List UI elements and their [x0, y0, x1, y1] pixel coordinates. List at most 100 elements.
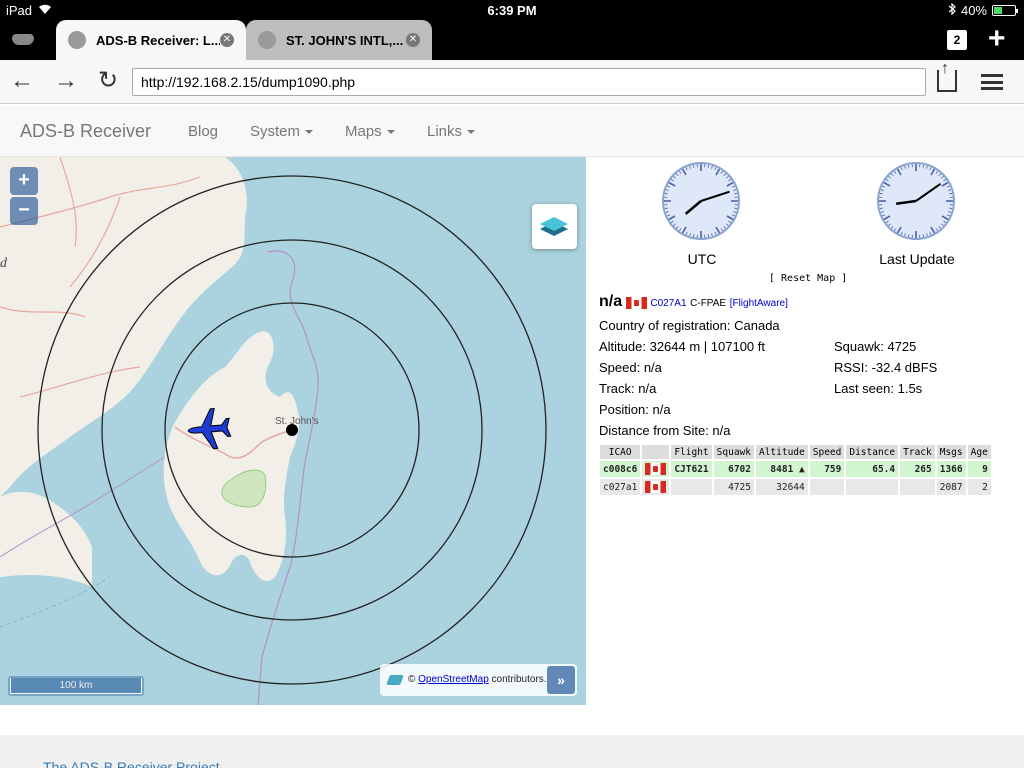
cell-icao: c027a1	[600, 479, 641, 495]
expand-attribution-button[interactable]: »	[547, 666, 575, 694]
col-distance[interactable]: Distance	[846, 445, 899, 459]
col-squawk[interactable]: Squawk	[713, 445, 754, 459]
col-icao[interactable]: ICAO	[600, 445, 641, 459]
tab-title: ADS-B Receiver: L...	[96, 32, 220, 48]
cell-flag	[642, 479, 670, 495]
last-update-clock-icon	[877, 162, 955, 240]
cell-flight	[671, 479, 712, 495]
site-navbar: ADS-B Receiver Blog System Maps Links	[0, 105, 1024, 157]
cell-altitude: 32644	[755, 479, 808, 495]
table-row[interactable]: c027a1 4725 32644 2087 2	[600, 479, 991, 495]
address-bar: ← → ↻ http://192.168.2.15/dump1090.php	[0, 60, 1024, 104]
site-brand[interactable]: ADS-B Receiver	[20, 121, 151, 142]
private-mask-icon[interactable]	[12, 34, 34, 45]
clock-time: 6:39 PM	[487, 3, 537, 18]
selected-callsign: n/a	[599, 293, 623, 310]
nav-maps[interactable]: Maps	[345, 123, 395, 140]
tab-adsb-receiver[interactable]: ADS-B Receiver: L... ✕	[56, 20, 246, 60]
attribution-prefix: ©	[408, 674, 416, 685]
nav-label: Links	[427, 123, 463, 140]
nav-label: Maps	[345, 123, 382, 140]
nav-links[interactable]: Links	[427, 123, 476, 140]
col-altitude[interactable]: Altitude	[755, 445, 808, 459]
cell-distance	[846, 479, 899, 495]
battery-icon	[992, 5, 1018, 16]
zoom-in-button[interactable]: +	[10, 167, 38, 195]
tab-count-button[interactable]: 2	[947, 30, 967, 50]
globe-icon	[68, 31, 86, 49]
bluetooth-icon	[948, 2, 956, 18]
col-age[interactable]: Age	[967, 445, 991, 459]
cell-altitude: 8481 ▲	[755, 461, 808, 477]
openstreetmap-link[interactable]: OpenStreetMap	[418, 674, 489, 685]
cell-track	[900, 479, 935, 495]
cell-msgs: 2087	[936, 479, 966, 495]
caret-down-icon	[386, 130, 395, 135]
scale-label: 100 km	[10, 678, 142, 694]
map-edge-letter: d	[0, 256, 8, 271]
cell-icao: c008c6	[600, 461, 641, 477]
nav-system[interactable]: System	[250, 123, 314, 140]
close-tab-icon[interactable]: ✕	[220, 33, 234, 47]
menu-icon[interactable]	[981, 74, 1003, 90]
canada-flag-icon	[645, 463, 667, 475]
flightaware-link[interactable]: [FlightAware]	[730, 298, 788, 309]
forward-arrow-icon[interactable]: →	[54, 66, 78, 96]
last-seen-info: Last seen: 1.5s	[834, 381, 923, 396]
canada-flag-icon	[625, 296, 647, 309]
cell-age: 9	[967, 461, 991, 477]
distance-info: Distance from Site: n/a	[599, 423, 731, 438]
tab-title: ST. JOHN'S INTL,...	[286, 32, 404, 48]
cell-distance: 65.4	[846, 461, 899, 477]
table-row[interactable]: c008c6 CJT621 6702 8481 ▲ 759 65.4 265 1…	[600, 461, 991, 477]
rssi-info: RSSI: -32.4 dBFS	[834, 360, 938, 375]
island-landmass	[163, 331, 300, 582]
col-flag[interactable]	[642, 445, 670, 459]
altitude-info: Altitude: 32644 m | 107100 ft	[599, 339, 765, 354]
col-msgs[interactable]: Msgs	[936, 445, 966, 459]
map-attribution: © OpenStreetMap contributors. »	[380, 664, 577, 696]
position-info: Position: n/a	[599, 402, 671, 417]
map-view[interactable]: d St. John's + − 100 km © OpenStreetMap …	[0, 157, 586, 705]
col-speed[interactable]: Speed	[809, 445, 845, 459]
footer-text[interactable]: The ADS-B Receiver Project	[43, 759, 220, 768]
cell-speed: 759	[809, 461, 845, 477]
battery-percent: 40%	[960, 3, 987, 18]
cell-speed	[809, 479, 845, 495]
status-bar: iPad 6:39 PM 40%	[0, 0, 1024, 20]
tab-st-johns-intl[interactable]: ST. JOHN'S INTL,... ✕	[246, 20, 432, 60]
caret-down-icon	[467, 130, 476, 135]
aircraft-table: ICAO Flight Squawk Altitude Speed Distan…	[598, 443, 993, 497]
new-tab-button[interactable]: +	[988, 22, 1006, 56]
browser-tab-strip: ADS-B Receiver: L... ✕ ST. JOHN'S INTL,.…	[0, 20, 1024, 60]
share-icon[interactable]	[937, 60, 957, 92]
col-flight[interactable]: Flight	[671, 445, 712, 459]
track-info: Track: n/a	[599, 381, 657, 396]
page-footer: The ADS-B Receiver Project	[0, 735, 1024, 768]
layers-icon	[386, 675, 404, 685]
caret-down-icon	[305, 130, 314, 135]
back-arrow-icon[interactable]: ←	[10, 66, 34, 96]
close-tab-icon[interactable]: ✕	[406, 33, 420, 47]
reset-map-button[interactable]: [ Reset Map ]	[769, 273, 847, 284]
cell-flag	[642, 461, 670, 477]
icao-link[interactable]: C027A1	[650, 298, 686, 309]
nav-label: Blog	[188, 123, 219, 140]
utc-clock-label: UTC	[687, 251, 717, 267]
map-canvas: d	[0, 157, 547, 705]
url-field[interactable]: http://192.168.2.15/dump1090.php	[132, 68, 926, 96]
registration: C-FPAE	[690, 298, 727, 309]
col-track[interactable]: Track	[900, 445, 935, 459]
cell-track: 265	[900, 461, 935, 477]
reload-icon[interactable]: ↻	[98, 66, 118, 96]
city-label: St. John's	[275, 416, 319, 427]
nav-label: System	[250, 123, 301, 140]
nav-blog[interactable]: Blog	[188, 123, 218, 140]
utc-clock-icon	[662, 162, 740, 240]
aircraft-info-panel: UTC Last Update [ Reset Map ] n/a C027A1…	[586, 157, 1024, 705]
zoom-out-button[interactable]: −	[10, 197, 38, 225]
cell-age: 2	[967, 479, 991, 495]
cell-msgs: 1366	[936, 461, 966, 477]
speed-info: Speed: n/a	[599, 360, 662, 375]
layer-switcher-button[interactable]	[532, 204, 577, 249]
